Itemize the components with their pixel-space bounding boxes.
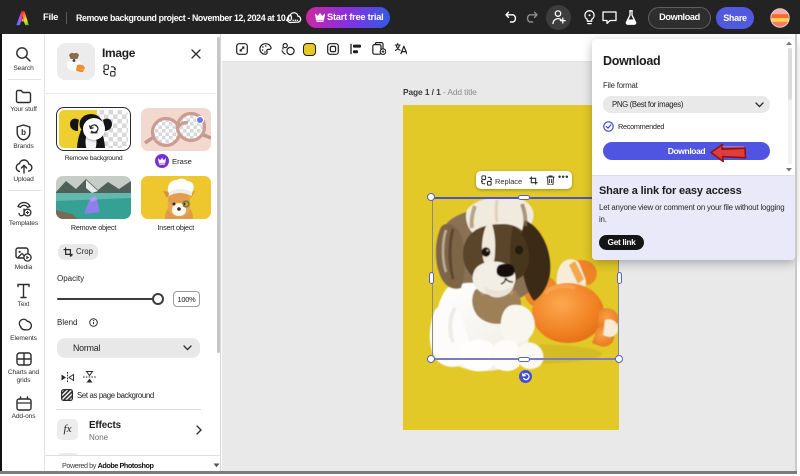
svg-text:b: b xyxy=(21,128,26,137)
